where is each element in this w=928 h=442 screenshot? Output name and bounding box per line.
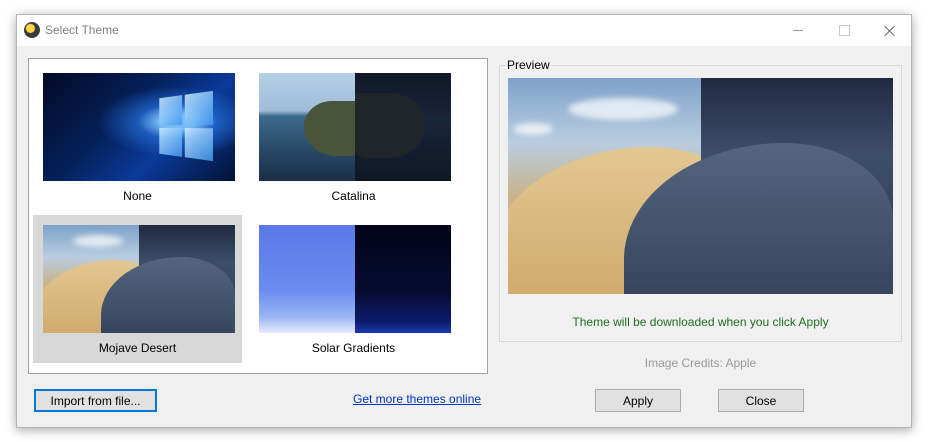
preview-legend: Preview [505,58,552,72]
close-button[interactable]: Close [718,389,804,412]
theme-thumbnail-mojave-desert [43,225,235,333]
window-title: Select Theme [45,23,119,37]
theme-thumbnail-catalina [259,73,451,181]
apply-button[interactable]: Apply [595,389,681,412]
theme-tile-catalina[interactable]: Catalina [249,63,458,211]
theme-thumbnail-solar-gradients [259,225,451,333]
import-from-file-button[interactable]: Import from file... [34,389,157,412]
theme-thumbnail-none [43,73,235,181]
download-note: Theme will be downloaded when you click … [572,315,829,329]
get-more-themes-link[interactable]: Get more themes online [353,392,481,406]
theme-label: Catalina [331,189,376,203]
preview-image [508,78,893,294]
image-credits: Image Credits: Apple [644,356,757,370]
minimize-icon [793,30,803,31]
maximize-button[interactable] [821,15,867,46]
theme-label: None [123,189,152,203]
theme-tile-none[interactable]: None [33,63,242,211]
maximize-icon [838,25,850,36]
close-window-button[interactable] [867,15,913,46]
close-icon [884,25,896,37]
theme-tile-mojave-desert[interactable]: Mojave Desert [33,215,242,363]
theme-list: None Catalina Mojave Desert Solar Gradie… [28,58,488,374]
theme-tile-solar-gradients[interactable]: Solar Gradients [249,215,458,363]
app-icon [24,22,40,38]
minimize-button[interactable] [775,15,821,46]
theme-label: Mojave Desert [98,341,177,355]
title-bar[interactable]: Select Theme [17,15,911,46]
select-theme-window: Select Theme None Catalina Mojave Desert… [16,14,912,428]
theme-label: Solar Gradients [311,341,396,355]
